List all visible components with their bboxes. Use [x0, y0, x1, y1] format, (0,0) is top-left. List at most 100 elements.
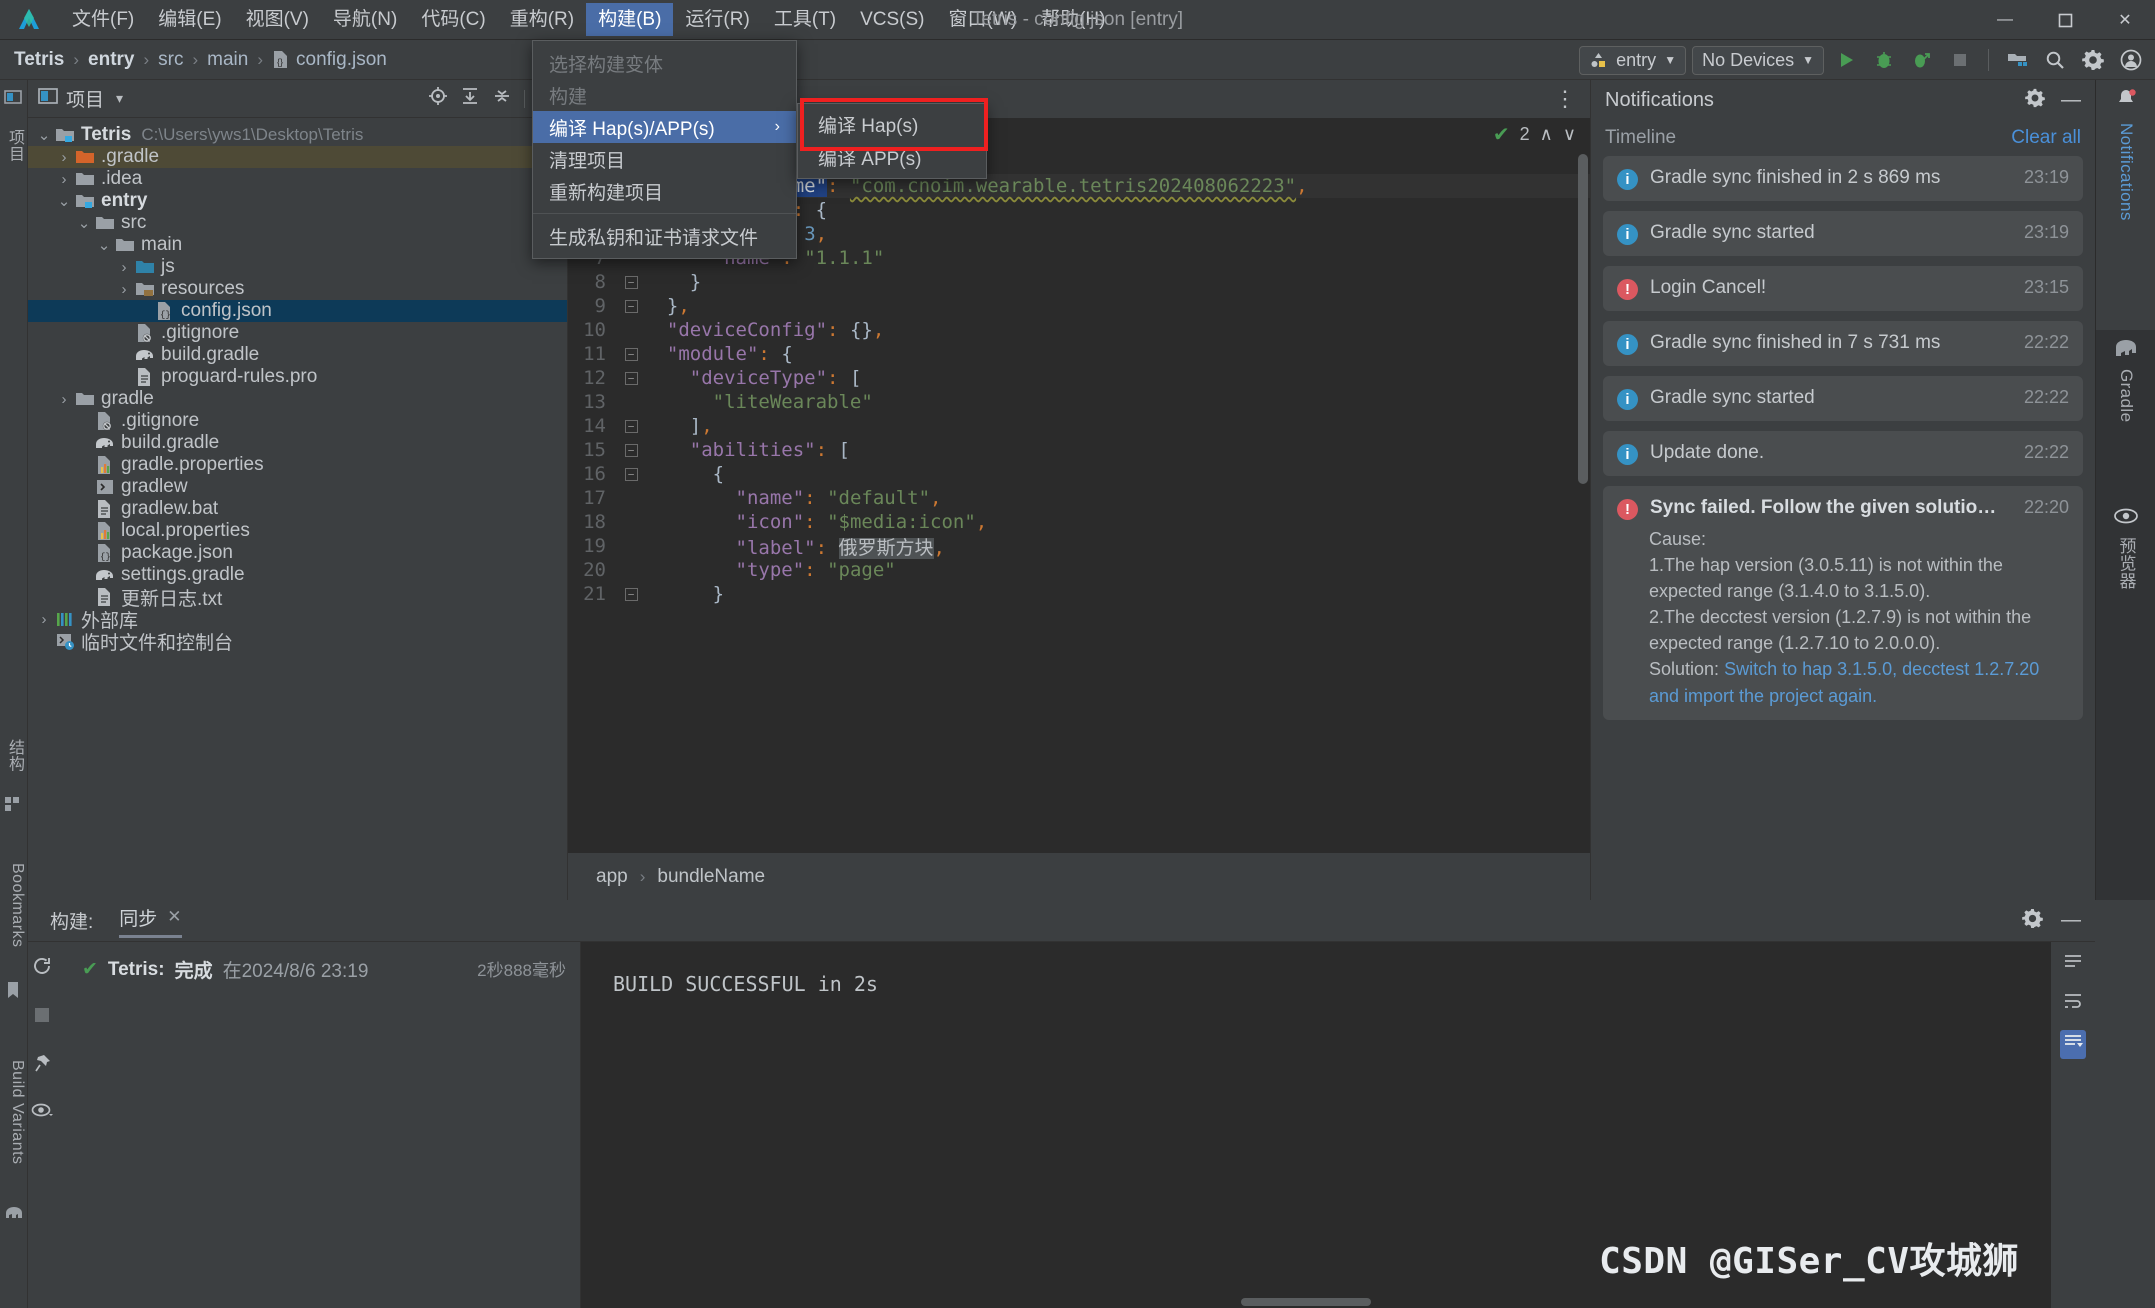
editor-scrollbar[interactable]	[1578, 154, 1588, 484]
close-button[interactable]: ✕	[2095, 0, 2155, 40]
breadcrumb-item-entry[interactable]: entry	[88, 49, 134, 71]
tree-node-idea[interactable]: › .idea	[28, 168, 567, 190]
menu-item-compile-haps[interactable]: 编译 Hap(s)	[798, 108, 986, 141]
tree-node-src[interactable]: ⌄ src	[28, 212, 567, 234]
tree-node-local-properties[interactable]: local.properties	[28, 520, 567, 542]
menu-run[interactable]: 运行(R)	[673, 3, 761, 36]
right-tab-notifications[interactable]: Notifications	[2096, 80, 2155, 330]
breadcrumb-item-project[interactable]: Tetris	[14, 49, 64, 71]
breadcrumb[interactable]: Tetris › entry › src › main › {} config.…	[14, 49, 387, 71]
code-line[interactable]: 18 "icon": "$media:icon",	[568, 510, 1590, 534]
build-tab-sync[interactable]: 同步 ✕	[119, 904, 182, 938]
inspection-prev-icon[interactable]: ∧	[1540, 124, 1553, 145]
minimize-button[interactable]: —	[1975, 0, 2035, 40]
main-toolbar[interactable]: entry ▼ No Devices ▼	[1579, 40, 2147, 80]
tree-node-gradle[interactable]: › .gradle	[28, 146, 567, 168]
project-tab-icon[interactable]	[4, 88, 24, 108]
breadcrumb-item-src[interactable]: src	[158, 49, 183, 71]
settings-icon[interactable]	[2077, 44, 2109, 76]
pin-icon[interactable]	[32, 1053, 52, 1078]
locate-icon[interactable]	[428, 86, 448, 111]
menu-item-generate-key[interactable]: 生成私钥和证书请求文件	[533, 220, 796, 252]
notifications-list[interactable]: i Gradle sync finished in 2 s 869 ms 23:19…	[1591, 156, 2095, 720]
tree-node-resources[interactable]: › resources	[28, 278, 567, 300]
console-horizontal-scrollbar[interactable]	[1241, 1298, 1371, 1306]
fold-toggle-icon[interactable]: −	[618, 299, 644, 313]
code-line[interactable]: 16− {	[568, 462, 1590, 486]
notification-card[interactable]: i Update done. 22:22	[1603, 431, 2083, 476]
project-structure-icon[interactable]	[2001, 44, 2033, 76]
close-icon[interactable]: ✕	[167, 907, 181, 927]
attach-debugger-icon[interactable]	[1906, 44, 1938, 76]
breadcrumb-item-main[interactable]: main	[207, 49, 248, 71]
code-line[interactable]: 17 "name": "default",	[568, 486, 1590, 510]
code-line[interactable]: 21− }	[568, 582, 1590, 606]
code-line[interactable]: 14− ],	[568, 414, 1590, 438]
tree-node-gradlew-bat[interactable]: gradlew.bat	[28, 498, 567, 520]
chevron-right-icon[interactable]: ›	[54, 149, 74, 166]
menu-code[interactable]: 代码(C)	[409, 3, 497, 36]
project-tree[interactable]: ⌄ Tetris C:\Users\yws1\Desktop\Tetris › .gra…	[28, 118, 567, 654]
tree-node-package-json[interactable]: {} package.json	[28, 542, 567, 564]
notification-card[interactable]: ! Sync failed. Follow the given solutio… 2…	[1603, 486, 2083, 720]
code-line[interactable]: 9− },	[568, 294, 1590, 318]
tree-node-settings-gradle[interactable]: settings.gradle	[28, 564, 567, 586]
expand-icon[interactable]	[2062, 952, 2084, 977]
menu-item-rebuild-project[interactable]: 重新构建项目	[533, 175, 796, 207]
collapse-all-icon[interactable]	[492, 86, 512, 111]
minimize-icon[interactable]: —	[2061, 89, 2081, 112]
fold-toggle-icon[interactable]: −	[618, 347, 644, 361]
left-tab-project[interactable]: 项目	[2, 110, 26, 180]
left-tab-build-variants[interactable]: Build Variants	[2, 1030, 26, 1195]
chevron-right-icon[interactable]: ›	[114, 281, 134, 298]
notification-card[interactable]: ! Login Cancel! 23:15	[1603, 266, 2083, 311]
menu-item-compile-apps[interactable]: 编译 APP(s)	[798, 141, 986, 174]
tree-node-gradle[interactable]: › gradle	[28, 388, 567, 410]
tree-node-js[interactable]: › js	[28, 256, 567, 278]
tree-node-main[interactable]: ⌄ main	[28, 234, 567, 256]
build-menu-dropdown[interactable]: 选择构建变体 构建 编译 Hap(s)/APP(s) › 清理项目 重新构建项目…	[532, 40, 797, 259]
clear-all-button[interactable]: Clear all	[2011, 127, 2081, 149]
chevron-down-icon[interactable]: ▾	[116, 90, 123, 107]
bookmark-icon[interactable]	[4, 980, 24, 1000]
window-controls[interactable]: — ✕	[1975, 0, 2155, 40]
notification-solution-link[interactable]: Switch to hap 3.1.5.0, decctest 1.2.7.20…	[1649, 659, 2039, 705]
inspection-next-icon[interactable]: ∨	[1563, 124, 1576, 145]
menu-bar[interactable]: 文件(F) 编辑(E) 视图(V) 导航(N) 代码(C) 重构(R) 构建(B…	[60, 0, 1117, 40]
chevron-down-icon[interactable]: ⌄	[34, 126, 54, 144]
menu-build[interactable]: 构建(B)	[586, 3, 674, 36]
module-selector[interactable]: entry ▼	[1579, 45, 1687, 75]
tree-node-proguard-rules-pro[interactable]: proguard-rules.pro	[28, 366, 567, 388]
tree-node-[interactable]: 临时文件和控制台	[28, 630, 567, 654]
code-line[interactable]: 8− }	[568, 270, 1590, 294]
rerun-icon[interactable]	[32, 956, 53, 982]
code-line[interactable]: 10 "deviceConfig": {},	[568, 318, 1590, 342]
elephant-icon[interactable]	[4, 1205, 24, 1225]
menu-view[interactable]: 视图(V)	[234, 3, 321, 36]
wrap-icon[interactable]	[2062, 991, 2084, 1016]
build-console[interactable]: BUILD SUCCESSFUL in 2s CSDN @GISer_CV攻城狮	[581, 942, 2051, 1308]
notification-card[interactable]: i Gradle sync finished in 2 s 869 ms 23:19	[1603, 156, 2083, 201]
chevron-right-icon[interactable]: ›	[54, 391, 74, 408]
left-tab-structure[interactable]: 结构	[2, 720, 26, 790]
build-right-toolbar[interactable]	[2051, 942, 2095, 1308]
device-selector[interactable]: No Devices ▼	[1692, 45, 1824, 75]
fold-toggle-icon[interactable]: −	[618, 467, 644, 481]
notification-card[interactable]: i Gradle sync started 22:22	[1603, 376, 2083, 421]
tree-node-gradlew[interactable]: gradlew	[28, 476, 567, 498]
fold-toggle-icon[interactable]: −	[618, 443, 644, 457]
chevron-down-icon[interactable]: ⌄	[94, 236, 114, 254]
tree-node-tetris[interactable]: ⌄ Tetris C:\Users\yws1\Desktop\Tetris	[28, 124, 567, 146]
editor-breadcrumb-app[interactable]: app	[596, 866, 628, 888]
left-tab-bookmarks[interactable]: Bookmarks	[2, 840, 26, 970]
debug-icon[interactable]	[1868, 44, 1900, 76]
structure-icon[interactable]	[4, 795, 24, 815]
menu-tools[interactable]: 工具(T)	[762, 3, 848, 36]
tree-node-gitignore[interactable]: .gitignore	[28, 322, 567, 344]
chevron-down-icon[interactable]: ⌄	[74, 214, 94, 232]
menu-vcs[interactable]: VCS(S)	[848, 3, 936, 36]
minimize-icon[interactable]: —	[2061, 909, 2081, 932]
tree-node-config-json[interactable]: {} config.json	[28, 300, 567, 322]
menu-file[interactable]: 文件(F)	[60, 3, 146, 36]
account-icon[interactable]	[2115, 44, 2147, 76]
